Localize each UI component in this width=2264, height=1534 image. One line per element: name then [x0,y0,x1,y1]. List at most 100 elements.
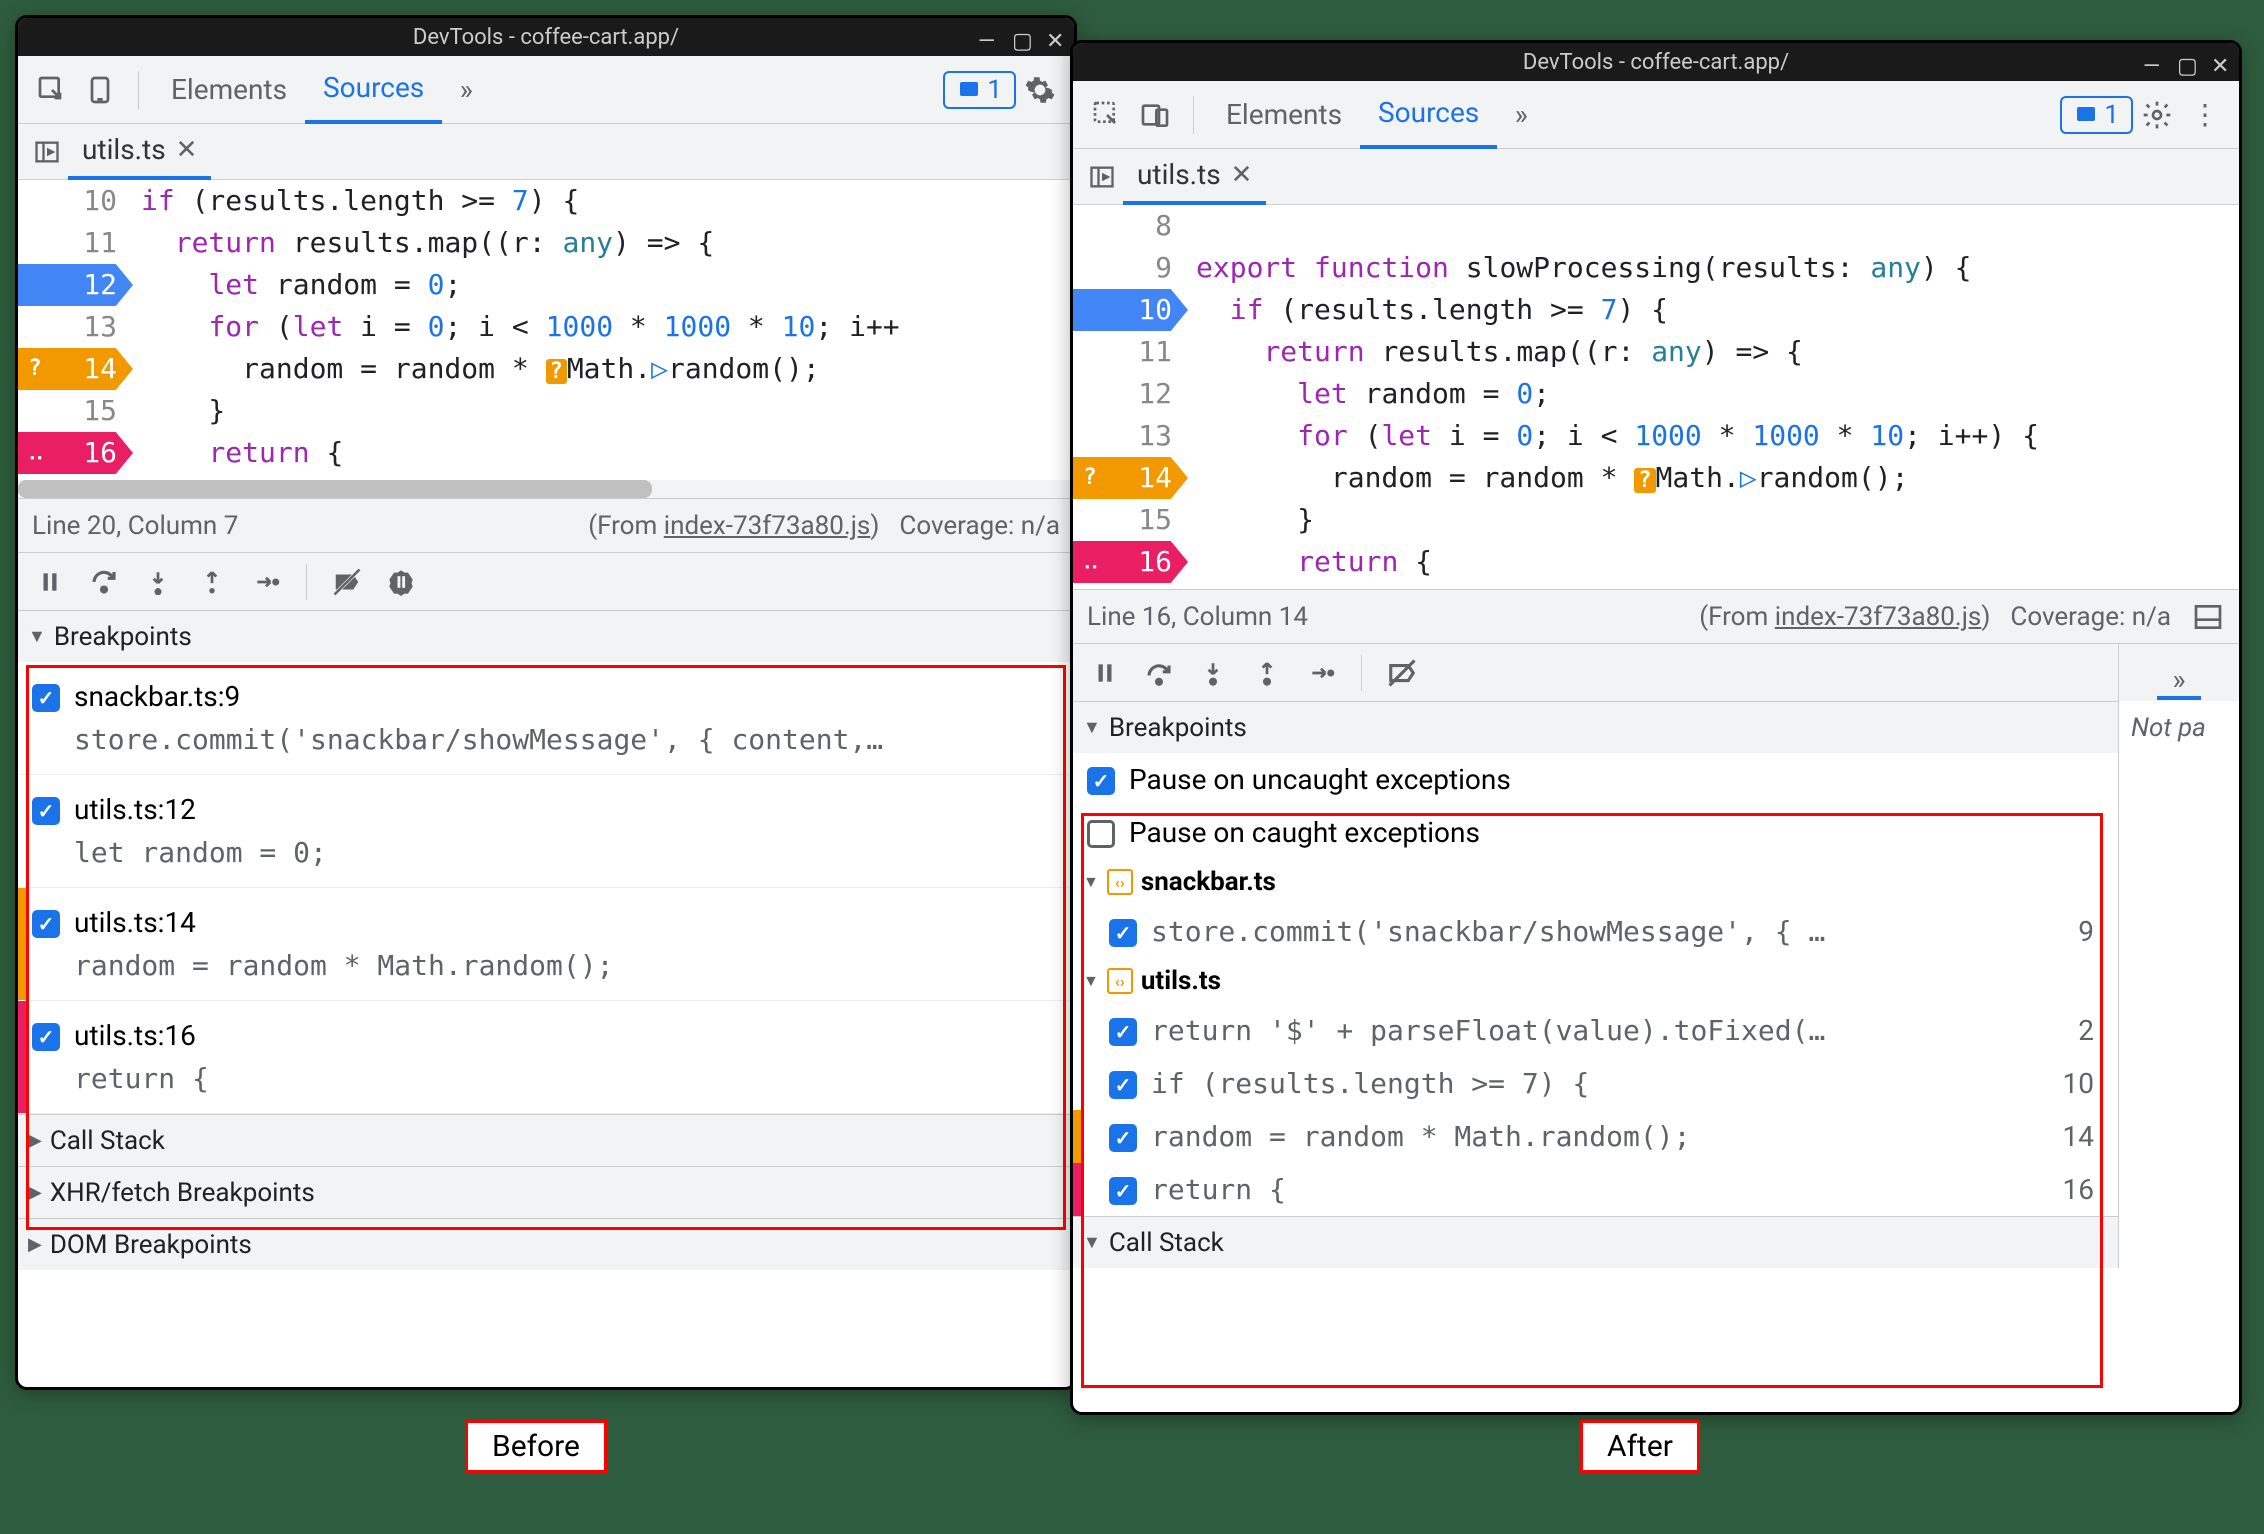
xhr-pane-header[interactable]: ▶XHR/fetch Breakpoints [18,1166,1074,1218]
toggle-navigator-icon[interactable] [26,131,68,173]
checkbox-icon[interactable] [32,684,60,712]
deactivate-breakpoints-icon[interactable] [325,560,369,604]
more-icon[interactable]: ⋮ [2181,91,2229,139]
issues-badge[interactable]: 1 [943,71,1016,109]
checkbox-icon[interactable] [1109,1071,1137,1099]
checkbox-icon[interactable] [1109,1018,1137,1046]
source-link[interactable]: index-73f73a80.js [1775,602,1982,632]
checkbox-icon[interactable] [1109,1124,1137,1152]
settings-icon[interactable] [1016,66,1064,114]
step-into-icon[interactable] [1191,651,1235,695]
breakpoint-file-group[interactable]: ▼‹›snackbar.ts [1073,859,2118,905]
checkbox-icon[interactable] [1109,919,1137,947]
bottom-drawer-icon[interactable] [2191,600,2225,634]
breakpoint-item[interactable]: utils.ts:14random = random * Math.random… [18,888,1074,1001]
file-tab-utils[interactable]: utils.ts ✕ [68,124,211,180]
debug-toolbar [18,552,1074,610]
minimize-icon[interactable]: — [978,29,994,45]
more-tabs-icon[interactable]: » [1497,91,1545,139]
more-tabs-icon[interactable]: » [442,66,490,114]
breakpoint-item[interactable]: random = random * Math.random();14 [1073,1110,2118,1163]
step-icon[interactable] [1299,651,1343,695]
pause-icon[interactable] [1083,651,1127,695]
step-over-icon[interactable] [1137,651,1181,695]
titlebar: DevTools - coffee-cart.app/ — ▢ ✕ [1073,43,2239,81]
toggle-navigator-icon[interactable] [1081,156,1123,198]
issues-badge[interactable]: 1 [2060,96,2133,134]
maximize-icon[interactable]: ▢ [2177,54,2193,70]
after-label: After [1580,1420,1700,1473]
cursor-position: Line 16, Column 14 [1087,602,1308,632]
step-icon[interactable] [244,560,288,604]
checkbox-icon[interactable] [1109,1177,1137,1205]
breakpoints-pane-header[interactable]: ▼Breakpoints [1073,701,2118,753]
more-panes-icon[interactable]: » [2157,646,2201,700]
pause-caught-row[interactable]: Pause on caught exceptions [1073,806,2118,859]
tab-sources[interactable]: Sources [305,56,442,124]
checkbox-icon[interactable] [32,1023,60,1051]
file-tabs: utils.ts ✕ [18,124,1074,180]
device-icon[interactable] [76,66,124,114]
coverage-status: Coverage: n/a [2010,602,2171,632]
deactivate-breakpoints-icon[interactable] [1380,651,1424,695]
breakpoint-item[interactable]: return {16 [1073,1163,2118,1216]
devtools-window-after: DevTools - coffee-cart.app/ — ▢ ✕ Elemen… [1070,40,2242,1415]
step-out-icon[interactable] [190,560,234,604]
file-tabs: utils.ts ✕ [1073,149,2239,205]
status-bar: Line 16, Column 14 (From index-73f73a80.… [1073,589,2239,643]
coverage-status: Coverage: n/a [899,511,1060,541]
breakpoint-item[interactable]: snackbar.ts:9store.commit('snackbar/show… [18,662,1074,775]
pause-uncaught-row[interactable]: Pause on uncaught exceptions [1073,753,2118,806]
horizontal-scrollbar[interactable] [18,480,1074,498]
devtools-window-before: DevTools - coffee-cart.app/ — ▢ ✕ Elemen… [15,15,1077,1390]
maximize-icon[interactable]: ▢ [1012,29,1028,45]
checkbox-icon[interactable] [1087,767,1115,795]
before-label: Before [465,1420,607,1473]
main-toolbar: Elements Sources » 1 [18,56,1074,124]
callstack-pane-header[interactable]: ▼Call Stack [1073,1216,2118,1268]
checkbox-icon[interactable] [32,910,60,938]
device-icon[interactable] [1131,91,1179,139]
checkbox-icon[interactable] [1087,820,1115,848]
breakpoints-pane-body: Pause on uncaught exceptions Pause on ca… [1073,753,2118,1216]
source-link[interactable]: index-73f73a80.js [664,511,871,541]
code-editor[interactable]: 1011121314?1516‥if (results.length >= 7)… [18,180,1074,480]
checkbox-icon[interactable] [32,797,60,825]
debug-toolbar [1073,643,2118,701]
dom-pane-header[interactable]: ▶DOM Breakpoints [18,1218,1074,1270]
breakpoint-item[interactable]: utils.ts:16return { [18,1001,1074,1114]
separator [1193,96,1194,134]
titlebar: DevTools - coffee-cart.app/ — ▢ ✕ [18,18,1074,56]
step-over-icon[interactable] [82,560,126,604]
tab-sources[interactable]: Sources [1360,81,1497,149]
close-icon[interactable]: ✕ [1046,29,1062,45]
code-editor[interactable]: 891011121314?1516‥export function slowPr… [1073,205,2239,589]
main-toolbar: Elements Sources » 1 ⋮ [1073,81,2239,149]
step-into-icon[interactable] [136,560,180,604]
breakpoint-item[interactable]: store.commit('snackbar/showMessage', { …… [1073,905,2118,958]
breakpoint-file-group[interactable]: ▼‹›utils.ts [1073,958,2118,1004]
breakpoint-item[interactable]: return '$' + parseFloat(value).toFixed(…… [1073,1004,2118,1057]
file-tab-utils[interactable]: utils.ts ✕ [1123,149,1266,205]
minimize-icon[interactable]: — [2143,54,2159,70]
cursor-position: Line 20, Column 7 [32,511,238,541]
breakpoints-list: snackbar.ts:9store.commit('snackbar/show… [18,662,1074,1114]
callstack-pane-header[interactable]: ▶Call Stack [18,1114,1074,1166]
inspect-icon[interactable] [1083,91,1131,139]
tab-elements[interactable]: Elements [1208,81,1360,149]
breakpoints-pane-header[interactable]: ▼Breakpoints [18,610,1074,662]
close-icon[interactable]: ✕ [2211,54,2227,70]
step-out-icon[interactable] [1245,651,1289,695]
close-tab-icon[interactable]: ✕ [176,135,198,165]
pause-icon[interactable] [28,560,72,604]
pause-exceptions-icon[interactable] [379,560,423,604]
settings-icon[interactable] [2133,91,2181,139]
inspect-icon[interactable] [28,66,76,114]
not-paused-text: Not pa [2119,701,2239,755]
breakpoint-item[interactable]: if (results.length >= 7) {10 [1073,1057,2118,1110]
overflow-toolbar: » [2119,643,2239,701]
breakpoint-item[interactable]: utils.ts:12let random = 0; [18,775,1074,888]
close-tab-icon[interactable]: ✕ [1231,160,1253,190]
status-bar: Line 20, Column 7 (From index-73f73a80.j… [18,498,1074,552]
tab-elements[interactable]: Elements [153,56,305,124]
